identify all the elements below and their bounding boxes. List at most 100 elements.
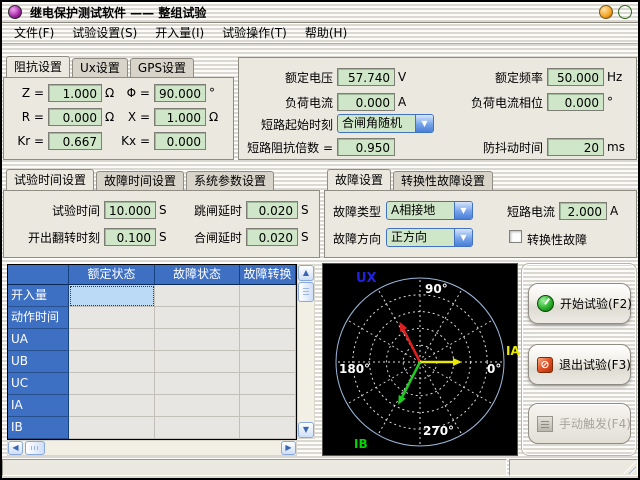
fault-type-select[interactable]: A相接地 ▼ — [386, 201, 473, 220]
table-cell-selected[interactable] — [69, 285, 155, 307]
close-icon[interactable] — [618, 5, 632, 19]
table-cell[interactable] — [155, 373, 240, 395]
test-time-input[interactable]: 10.000 — [104, 201, 156, 219]
impedance-multiple-field: 短路阻抗倍数 = 0.950 — [241, 138, 395, 156]
hscroll-thumb[interactable] — [25, 441, 45, 455]
table-cell[interactable] — [240, 417, 296, 439]
exit-test-button[interactable]: ⊘ 退出试验(F3) — [528, 344, 631, 385]
table-cell[interactable] — [240, 329, 296, 351]
tab-ux-settings[interactable]: Ux设置 — [72, 58, 128, 77]
close-delay-input[interactable]: 0.020 — [246, 228, 298, 246]
minimize-icon[interactable] — [599, 5, 613, 19]
impedance-multiple-input[interactable]: 0.950 — [337, 138, 395, 156]
scroll-left-icon[interactable]: ◀ — [8, 441, 23, 455]
fault-direction-select[interactable]: 正方向 ▼ — [386, 228, 473, 247]
table-row-label: UC — [8, 373, 69, 395]
menu-help[interactable]: 帮助(H) — [296, 24, 356, 43]
table-cell[interactable] — [240, 395, 296, 417]
phi-unit: ° — [209, 86, 215, 100]
table-cell[interactable] — [155, 307, 240, 329]
scroll-right-icon[interactable]: ▶ — [281, 441, 296, 455]
load-current-input[interactable]: 0.000 — [337, 93, 395, 111]
short-circuit-current-label: 短路电流 — [505, 203, 555, 220]
table-cell[interactable] — [69, 307, 155, 329]
table-cell[interactable] — [155, 417, 240, 439]
table-cell[interactable] — [240, 285, 296, 307]
tab-fault-time-settings[interactable]: 故障时间设置 — [96, 171, 184, 190]
tab-fault-settings[interactable]: 故障设置 — [327, 169, 391, 190]
impedance-panel: 阻抗设置 Ux设置 GPS设置 Z = 1.000 Ω Φ = 90.000 °… — [3, 57, 234, 160]
x-input[interactable]: 1.000 — [154, 108, 206, 126]
short-circuit-current-input[interactable]: 2.000 — [559, 202, 607, 220]
table-cell[interactable] — [69, 329, 155, 351]
z-field: Z = 1.000 Ω — [10, 84, 114, 102]
debounce-time-input[interactable]: 20 — [547, 138, 604, 156]
table-cell[interactable] — [240, 373, 296, 395]
vscroll-thumb[interactable] — [298, 282, 314, 302]
menu-test-operation[interactable]: 试验操作(T) — [213, 24, 296, 43]
phasor-label-0: 0° — [487, 362, 501, 376]
convertible-fault-checkbox[interactable] — [509, 230, 522, 243]
app-icon[interactable] — [8, 5, 22, 19]
table-cell[interactable] — [155, 351, 240, 373]
rated-voltage-field: 额定电压 57.740 V — [241, 68, 406, 86]
rated-frequency-input[interactable]: 50.000 — [547, 68, 604, 86]
phasor-svg — [323, 264, 517, 455]
short-circuit-start-select[interactable]: 合闸角随机 ▼ — [337, 114, 434, 133]
z-unit: Ω — [105, 86, 114, 100]
fault-direction-field: 故障方向 — [331, 229, 385, 247]
phasor-label-ia: IA — [506, 344, 520, 358]
fault-panel: 故障设置 转换性故障设置 故障类型 A相接地 ▼ 短路电流 2.000 A 故障… — [324, 170, 637, 258]
kr-input[interactable]: 0.667 — [48, 132, 102, 150]
tab-convertible-fault-settings[interactable]: 转换性故障设置 — [393, 171, 493, 190]
scroll-down-icon[interactable]: ▼ — [298, 422, 314, 438]
table-cell[interactable] — [155, 285, 240, 307]
app-window: 继电保护测试软件 —— 整组试验 文件(F) 试验设置(S) 开入量(I) 试验… — [0, 0, 640, 480]
menu-file[interactable]: 文件(F) — [5, 24, 63, 43]
table-cell[interactable] — [240, 351, 296, 373]
manual-trigger-label: 手动触发(F4) — [559, 415, 631, 432]
trip-delay-input[interactable]: 0.020 — [246, 201, 298, 219]
load-current-label: 负荷电流 — [241, 94, 333, 111]
kx-label: Kx = — [118, 134, 150, 148]
menu-binary-input[interactable]: 开入量(I) — [146, 24, 213, 43]
dropdown-arrow-icon[interactable]: ▼ — [454, 202, 472, 219]
rated-voltage-input[interactable]: 57.740 — [337, 68, 395, 86]
rated-voltage-unit: V — [398, 70, 406, 84]
table-cell[interactable] — [69, 351, 155, 373]
r-input[interactable]: 0.000 — [48, 108, 102, 126]
start-test-button[interactable]: 开始试验(F2) — [528, 283, 631, 324]
dropdown-arrow-icon[interactable]: ▼ — [454, 229, 472, 246]
status-bar-left — [2, 459, 507, 476]
phasor-label-ux: UX — [356, 271, 377, 286]
dropdown-arrow-icon[interactable]: ▼ — [415, 115, 433, 132]
table-cell[interactable] — [155, 395, 240, 417]
table-hscrollbar[interactable]: ◀ ▶ — [7, 440, 297, 456]
scroll-up-icon[interactable]: ▲ — [298, 265, 314, 281]
table-row-label: 动作时间 — [8, 307, 69, 329]
tab-impedance-settings[interactable]: 阻抗设置 — [6, 56, 70, 77]
z-input[interactable]: 1.000 — [48, 84, 102, 102]
kx-input[interactable]: 0.000 — [154, 132, 206, 150]
z-label: Z = — [10, 86, 44, 100]
load-current-phase-input[interactable]: 0.000 — [547, 93, 604, 111]
tab-system-param-settings[interactable]: 系统参数设置 — [186, 171, 274, 190]
table-cell[interactable] — [240, 307, 296, 329]
title-bar[interactable]: 继电保护测试软件 —— 整组试验 — [2, 2, 638, 23]
table-cell[interactable] — [69, 373, 155, 395]
timing-tabs: 试验时间设置 故障时间设置 系统参数设置 — [6, 170, 276, 190]
table-vscrollbar[interactable]: ▲ ▼ — [297, 264, 315, 439]
tab-test-time-settings[interactable]: 试验时间设置 — [6, 169, 94, 190]
window-controls — [599, 5, 632, 19]
phi-input[interactable]: 90.000 — [154, 84, 206, 102]
resize-grip-icon[interactable] — [623, 461, 636, 474]
table-cell[interactable] — [69, 417, 155, 439]
fault-direction-value: 正方向 — [387, 229, 454, 246]
kr-field: Kr = 0.667 — [10, 132, 102, 150]
convertible-fault-label: 转换性故障 — [527, 231, 587, 248]
table-cell[interactable] — [69, 395, 155, 417]
table-cell[interactable] — [155, 329, 240, 351]
menu-test-settings[interactable]: 试验设置(S) — [63, 24, 146, 43]
flip-time-input[interactable]: 0.100 — [104, 228, 156, 246]
tab-gps-settings[interactable]: GPS设置 — [130, 58, 194, 77]
